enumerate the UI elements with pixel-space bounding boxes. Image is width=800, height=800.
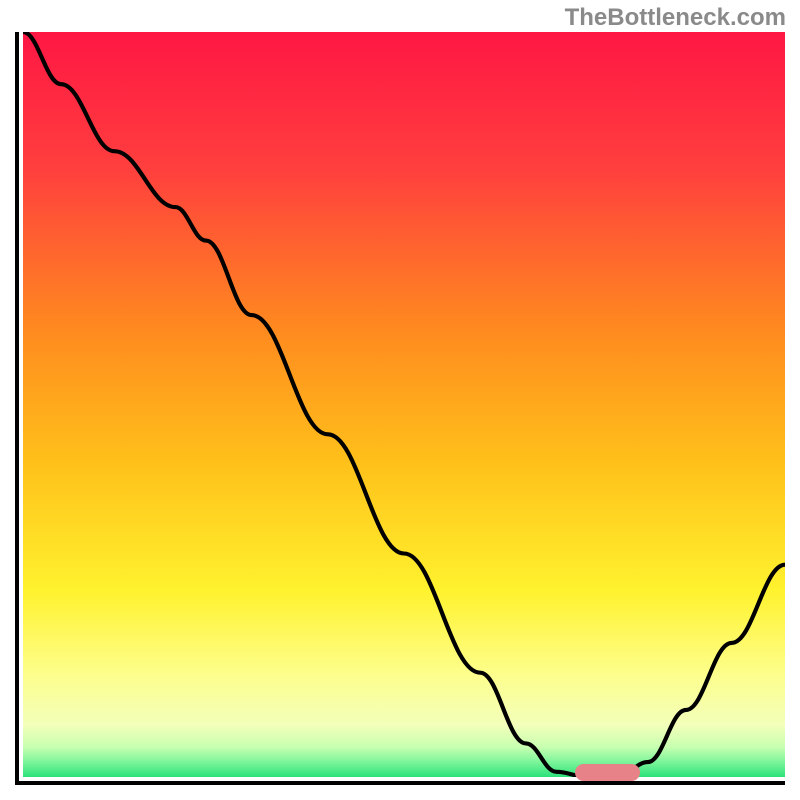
watermark-text: TheBottleneck.com	[565, 4, 786, 32]
chart-plot-area	[15, 32, 785, 785]
bottleneck-curve-path	[23, 32, 785, 777]
chart-line	[23, 32, 785, 777]
optimal-range-marker	[575, 764, 640, 781]
